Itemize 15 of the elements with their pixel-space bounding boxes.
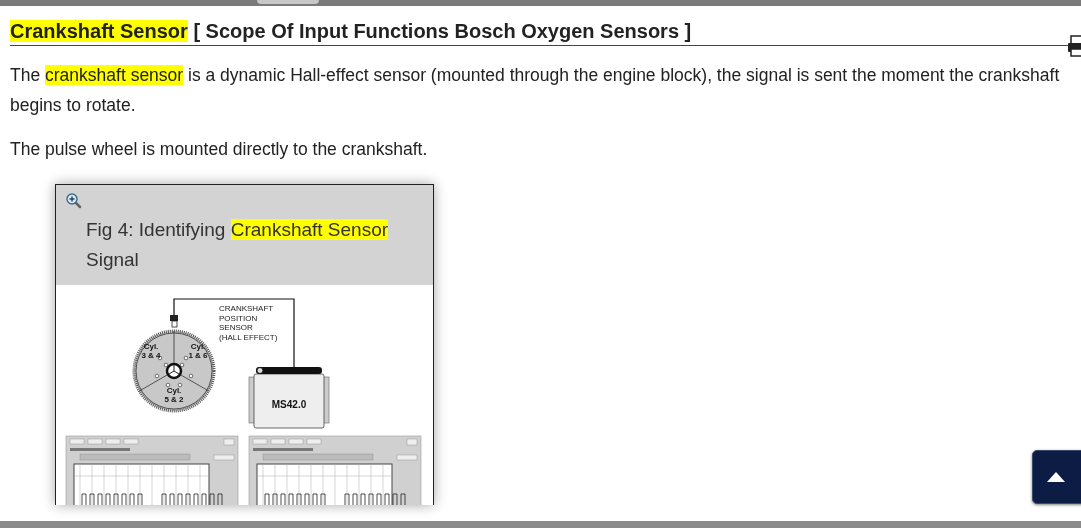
module-label: MS42.0 <box>271 399 307 410</box>
paragraph: The pulse wheel is mounted directly to the crankshaft. <box>10 138 429 161</box>
paragraph: The crankshaft sensor is a dynamic Hall-effect sensor (mounted through the engine block), the signal is sent the moment the crankshaft begins to rotate. <box>10 64 1061 117</box>
cylinder-label: Cyl. 3 & 4 <box>141 342 161 360</box>
scroll-to-top-button[interactable] <box>1032 450 1081 504</box>
up-arrow-icon <box>1046 471 1066 483</box>
sensor-drawing <box>170 315 178 328</box>
page-heading: Crankshaft Sensor [ Scope Of Input Functions Bosch Oxygen Sensors ] <box>10 20 692 43</box>
scrollbar-thumb[interactable] <box>257 0 319 4</box>
zoom-in-icon[interactable] <box>66 193 82 209</box>
cylinder-label: Cyl. 1 & 6 <box>188 342 208 360</box>
cylinder-label: Cyl. 5 & 2 <box>164 386 184 404</box>
sensor-label: CRANKSHAFT POSITION SENSOR (HALL EFFECT) <box>219 304 278 342</box>
figure-caption: Fig 4: Identifying Crankshaft Sensor Signal <box>86 218 390 272</box>
printer-icon[interactable] <box>1067 34 1081 58</box>
